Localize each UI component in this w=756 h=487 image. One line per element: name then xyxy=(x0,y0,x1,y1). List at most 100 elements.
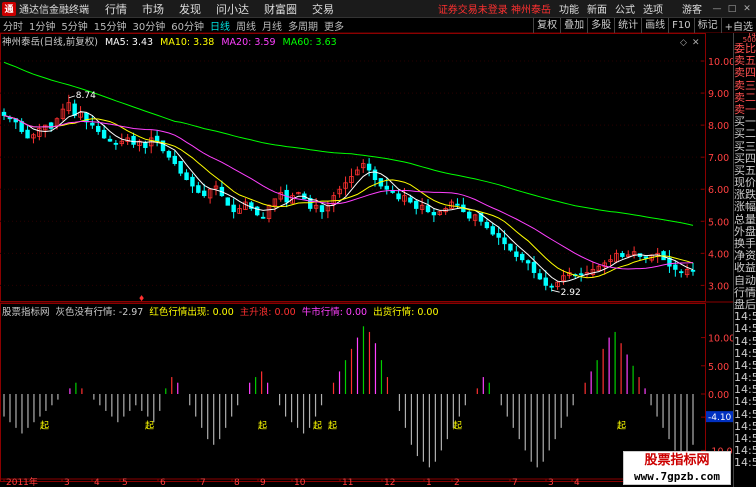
date-tick-label: 3 xyxy=(548,478,554,487)
qi-signal-label: 起 xyxy=(40,421,49,432)
candle-body xyxy=(643,256,649,259)
mark-button[interactable]: 标记 xyxy=(693,17,721,33)
indicator-pane-frame xyxy=(0,303,706,482)
candle-body xyxy=(508,243,513,251)
trade-login-notice[interactable]: 证券交易未登录 神州泰岳 xyxy=(438,1,551,16)
period-toolbar: 分时 1分钟 5分钟 15分钟 30分钟 60分钟 日线 周线 月线 多周期 更… xyxy=(0,17,756,33)
side-item: 现价 xyxy=(734,177,756,190)
ma60-legend: MA60: 3.63 xyxy=(282,37,337,48)
menu-xinmian[interactable]: 新面 xyxy=(587,1,607,16)
qi-signal-label: 起 xyxy=(313,421,322,432)
side-item: 买五 xyxy=(734,164,756,177)
side-item: 涨幅 xyxy=(734,201,756,214)
price-tick-label: 4.00 xyxy=(708,249,729,260)
candle-body xyxy=(260,216,266,219)
add-watchlist-button[interactable]: +自选 xyxy=(720,17,756,33)
candle-body xyxy=(113,142,119,145)
ind-tick-label: 5.00 xyxy=(708,362,729,373)
kline-chart[interactable]: 10.009.008.007.006.005.004.003.0010.005.… xyxy=(0,33,733,487)
toolbar-right: 复权 叠加 多股 统计 画线 F10 标记 +自选 xyxy=(533,17,756,33)
indicator-name[interactable]: 股票指标网 xyxy=(2,307,50,318)
menu-hangqing[interactable]: 行情 xyxy=(105,1,127,17)
menu-faxian[interactable]: 发现 xyxy=(179,1,201,17)
period-5min[interactable]: 5分钟 xyxy=(58,18,90,33)
period-monthly[interactable]: 月线 xyxy=(259,18,285,33)
candle-body xyxy=(166,151,172,158)
fuquan-button[interactable]: 复权 xyxy=(533,17,560,33)
candle-body xyxy=(425,205,431,213)
multi-stock-button[interactable]: 多股 xyxy=(587,17,614,33)
low-marker-line xyxy=(551,289,560,293)
minimize-icon[interactable]: — xyxy=(711,3,723,15)
menu-shichang[interactable]: 市场 xyxy=(142,1,164,17)
stock-name: 神州泰岳(日线,前复权) xyxy=(2,37,98,48)
candle-body xyxy=(578,273,584,276)
price-tick-label: 10.00 xyxy=(708,57,733,68)
side-item: 14:50 xyxy=(734,396,756,409)
stats-button[interactable]: 统计 xyxy=(614,17,641,33)
candle-body xyxy=(101,129,107,139)
side-item: 卖三 xyxy=(734,79,756,92)
date-tick-label: 11 xyxy=(342,478,353,487)
pane-settings-icon[interactable]: ◇ xyxy=(680,38,687,48)
side-item: 卖五 xyxy=(734,55,756,68)
pane-close-icon[interactable]: ✕ xyxy=(692,38,700,48)
overlay-button[interactable]: 叠加 xyxy=(560,17,587,33)
period-fenshi[interactable]: 分时 xyxy=(0,18,26,33)
indicator-gray: 灰色没有行情: -2.97 xyxy=(55,307,144,318)
side-item: 14:50 xyxy=(734,384,756,397)
candle-body xyxy=(190,176,195,187)
candle-body xyxy=(620,253,625,257)
price-tick-label: 5.00 xyxy=(708,217,729,228)
period-1min[interactable]: 1分钟 xyxy=(26,18,58,33)
quote-side-panel: 14 500 委比 卖五 卖四 卖三 卖二 卖一 买一 买二 买三 买四 买五 现价 涨跌 涨幅 总量 外盘 换手… xyxy=(733,33,756,487)
menu-xuanxiang[interactable]: 选项 xyxy=(643,1,663,16)
date-tick-label: 9 xyxy=(260,478,266,487)
candle-body xyxy=(231,204,236,213)
date-tick-label: 12 xyxy=(384,478,395,487)
menu-caifuquan[interactable]: 财富圈 xyxy=(264,1,297,17)
price-tick-label: 8.00 xyxy=(708,121,729,132)
side-item: 外盘 xyxy=(734,225,756,238)
side-item: 买二 xyxy=(734,128,756,141)
menu-gongshi[interactable]: 公式 xyxy=(615,1,635,16)
candle-body xyxy=(384,185,389,190)
candle-body xyxy=(679,271,684,274)
period-more[interactable]: 更多 xyxy=(321,18,347,33)
period-30min[interactable]: 30分钟 xyxy=(129,18,168,33)
right-menus: 功能 新面 公式 选项 xyxy=(559,1,671,16)
price-tick-label: 7.00 xyxy=(708,153,729,164)
menu-gongneng[interactable]: 功能 xyxy=(559,1,579,16)
candle-body xyxy=(490,226,495,235)
f10-button[interactable]: F10 xyxy=(668,17,693,33)
menu-jiaoyi[interactable]: 交易 xyxy=(312,1,334,17)
draw-line-button[interactable]: 画线 xyxy=(641,17,668,33)
maximize-icon[interactable]: □ xyxy=(726,3,738,15)
candle-body xyxy=(202,190,207,197)
side-item: 14:50 xyxy=(734,372,756,385)
candle-body xyxy=(84,112,89,123)
period-60min[interactable]: 60分钟 xyxy=(168,18,207,33)
candle-body xyxy=(178,160,183,174)
date-tick-label: 8 xyxy=(234,478,240,487)
side-item: 14:50 xyxy=(734,408,756,421)
user-guest[interactable]: 游客 xyxy=(677,2,707,16)
date-tick-label: 7 xyxy=(200,478,206,487)
price-tick-label: 3.00 xyxy=(708,281,729,292)
candle-body xyxy=(196,185,201,193)
side-item: 收益 xyxy=(734,262,756,275)
qi-signal-label: 起 xyxy=(145,421,154,432)
period-15min[interactable]: 15分钟 xyxy=(91,18,130,33)
candle-body xyxy=(48,122,54,129)
side-item: 涨跌 xyxy=(734,189,756,202)
period-multi[interactable]: 多周期 xyxy=(285,18,321,33)
side-item: 自动 xyxy=(734,274,756,287)
side-item: 买四 xyxy=(734,152,756,165)
period-daily[interactable]: 日线 xyxy=(207,18,233,33)
chart-area[interactable]: 10.00 9.00 8.00 7.00 6.00 5.00 4.00 3.00 10.00 5.… xyxy=(0,33,733,487)
period-weekly[interactable]: 周线 xyxy=(233,18,259,33)
side-item: 14:50 xyxy=(734,347,756,360)
watermark-logo: 股票指标网 www.7gpzb.com xyxy=(623,451,731,485)
close-icon[interactable]: ✕ xyxy=(741,3,753,15)
menu-wenxiaoda[interactable]: 问小达 xyxy=(216,1,249,17)
